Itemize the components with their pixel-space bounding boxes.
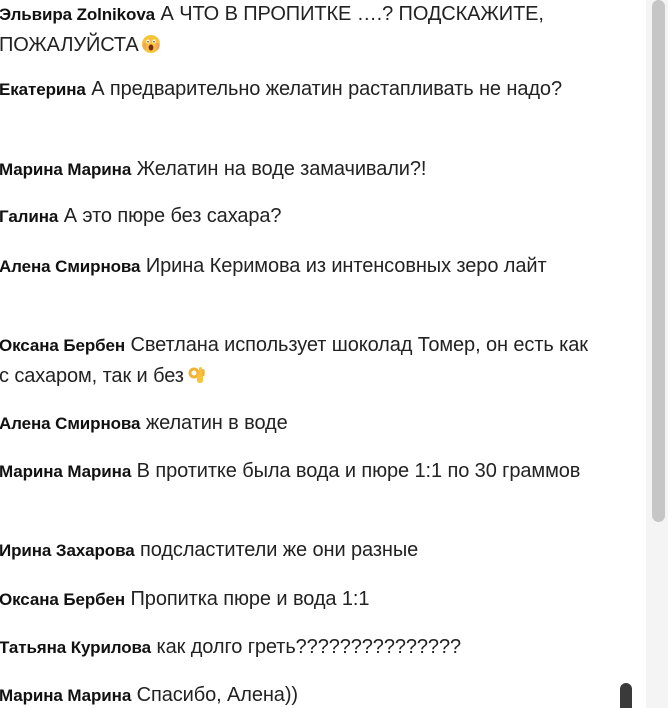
comment-item: Оксана Бербен Светлана использует шокола… bbox=[0, 330, 599, 392]
comment-author[interactable]: Татьяна Курилова bbox=[0, 638, 151, 657]
comment-item: Екатерина А предварительно желатин раста… bbox=[0, 74, 599, 105]
comment-author[interactable]: Алена Смирнова bbox=[0, 414, 140, 433]
comment-item: Татьяна Курилова как долго греть????????… bbox=[0, 632, 599, 663]
comment-text: Желатин на воде замачивали?! bbox=[136, 158, 427, 180]
comment-author[interactable]: Марина Марина bbox=[0, 160, 131, 179]
comment-item: Марина Марина В протитке была вода и пюр… bbox=[0, 456, 599, 487]
comment-author[interactable]: Марина Марина bbox=[0, 686, 131, 705]
ok-hand-icon bbox=[186, 364, 206, 384]
comment-text: как долго греть??????????????? bbox=[156, 636, 462, 658]
comment-author[interactable]: Марина Марина bbox=[0, 462, 131, 481]
comment-item: Эльвира Zolnikova А ЧТО В ПРОПИТКЕ ….? П… bbox=[0, 0, 599, 61]
comment-author[interactable]: Алена Смирнова bbox=[0, 257, 140, 276]
comment-text: желатин в воде bbox=[145, 412, 288, 434]
comment-item: Марина Марина Спасибо, Алена)) bbox=[0, 680, 599, 708]
comment-text: Спасибо, Алена)) bbox=[136, 684, 298, 706]
comment-author[interactable]: Эльвира Zolnikova bbox=[0, 5, 155, 24]
comment-item: Ирина Захарова подсластители же они разн… bbox=[0, 535, 599, 566]
comment-text: А предварительно желатин растапливать не… bbox=[91, 78, 562, 100]
comment-text: Ирина Керимова из интенсовных зеро лайт bbox=[145, 255, 547, 277]
comment-text: Пропитка пюре и вода 1:1 bbox=[130, 588, 370, 610]
comment-item: Оксана Бербен Пропитка пюре и вода 1:1 bbox=[0, 584, 599, 615]
comment-author[interactable]: Галина bbox=[0, 207, 58, 226]
comment-text: подсластители же они разные bbox=[140, 539, 419, 561]
comment-author[interactable]: Оксана Бербен bbox=[0, 590, 125, 609]
comment-author[interactable]: Екатерина bbox=[0, 80, 86, 99]
comment-text: А это пюре без сахара? bbox=[63, 205, 282, 227]
comment-author[interactable]: Ирина Захарова bbox=[0, 541, 135, 560]
comment-item: Алена Смирнова желатин в воде bbox=[0, 408, 599, 439]
comment-text: В протитке была вода и пюре 1:1 по 30 гр… bbox=[136, 460, 581, 482]
comment-author[interactable]: Оксана Бербен bbox=[0, 336, 125, 355]
scrollbar-thumb[interactable] bbox=[652, 0, 665, 522]
chat-viewport: Эльвира Zolnikova А ЧТО В ПРОПИТКЕ ….? П… bbox=[0, 0, 668, 708]
comment-item: Галина А это пюре без сахара? bbox=[0, 201, 599, 232]
inner-scrollbar-thumb[interactable] bbox=[620, 683, 632, 708]
comment-item: Марина Марина Желатин на воде замачивали… bbox=[0, 154, 599, 185]
screaming-face-icon bbox=[141, 33, 161, 53]
comment-item: Алена Смирнова Ирина Керимова из интенсо… bbox=[0, 251, 599, 282]
